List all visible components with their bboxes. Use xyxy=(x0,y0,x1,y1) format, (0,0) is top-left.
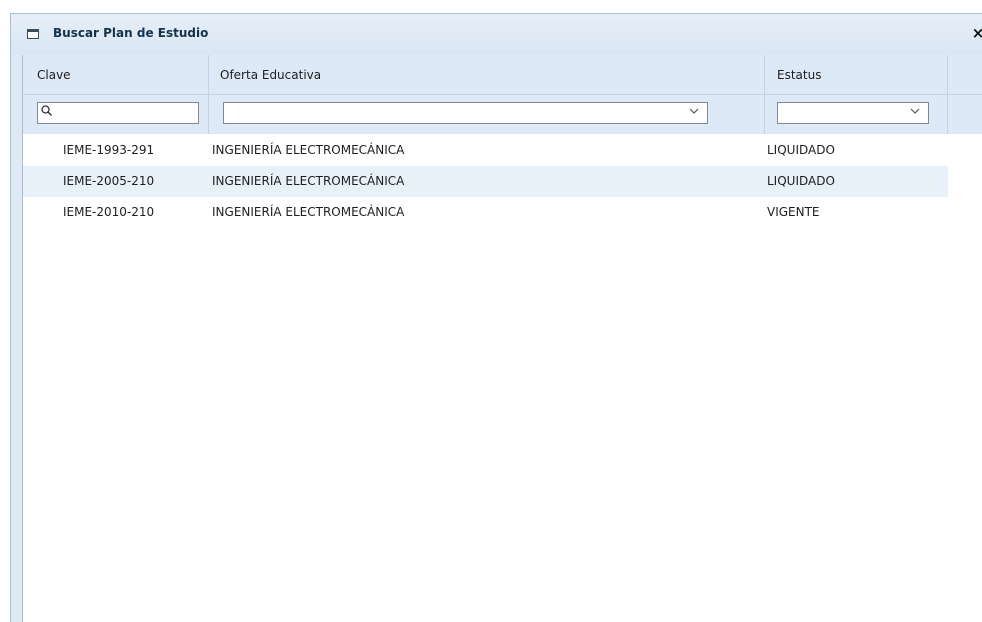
cell-oferta: INGENIERÍA ELECTROMECÁNICA xyxy=(212,143,405,157)
grid-header-row: Clave Oferta Educativa Estatus xyxy=(23,55,982,95)
close-button[interactable]: × xyxy=(971,24,982,42)
chevron-down-icon xyxy=(689,108,699,114)
column-divider[interactable] xyxy=(208,55,209,134)
table-row[interactable]: IEME-2010-210 INGENIERÍA ELECTROMECÁNICA… xyxy=(23,197,948,228)
cell-estatus: LIQUIDADO xyxy=(767,143,835,157)
cell-estatus: LIQUIDADO xyxy=(767,174,835,188)
column-header-oferta[interactable]: Oferta Educativa xyxy=(220,68,321,82)
dialog-title: Buscar Plan de Estudio xyxy=(53,26,209,40)
column-divider[interactable] xyxy=(947,55,948,134)
oferta-filter-select[interactable] xyxy=(223,102,708,124)
column-divider[interactable] xyxy=(764,55,765,134)
cell-oferta: INGENIERÍA ELECTROMECÁNICA xyxy=(212,205,405,219)
column-header-estatus[interactable]: Estatus xyxy=(777,68,821,82)
cell-estatus: VIGENTE xyxy=(767,205,820,219)
dialog-titlebar[interactable]: Buscar Plan de Estudio × xyxy=(11,14,982,54)
plan-grid: Clave Oferta Educativa Estatus IEME-1993… xyxy=(22,55,982,622)
table-row[interactable]: IEME-1993-291 INGENIERÍA ELECTROMECÁNICA… xyxy=(23,135,948,166)
cell-clave: IEME-1993-291 xyxy=(63,143,155,157)
column-header-clave[interactable]: Clave xyxy=(37,68,71,82)
search-plan-dialog: Buscar Plan de Estudio × Clave Oferta Ed… xyxy=(10,13,982,622)
cell-clave: IEME-2005-210 xyxy=(63,174,155,188)
window-icon xyxy=(27,29,39,39)
cell-oferta: INGENIERÍA ELECTROMECÁNICA xyxy=(212,174,405,188)
clave-filter-input[interactable] xyxy=(37,102,199,124)
chevron-down-icon xyxy=(910,108,920,114)
search-icon xyxy=(41,105,52,116)
cell-clave: IEME-2010-210 xyxy=(63,205,155,219)
estatus-filter-select[interactable] xyxy=(777,102,929,124)
table-row[interactable]: IEME-2005-210 INGENIERÍA ELECTROMECÁNICA… xyxy=(23,166,948,197)
